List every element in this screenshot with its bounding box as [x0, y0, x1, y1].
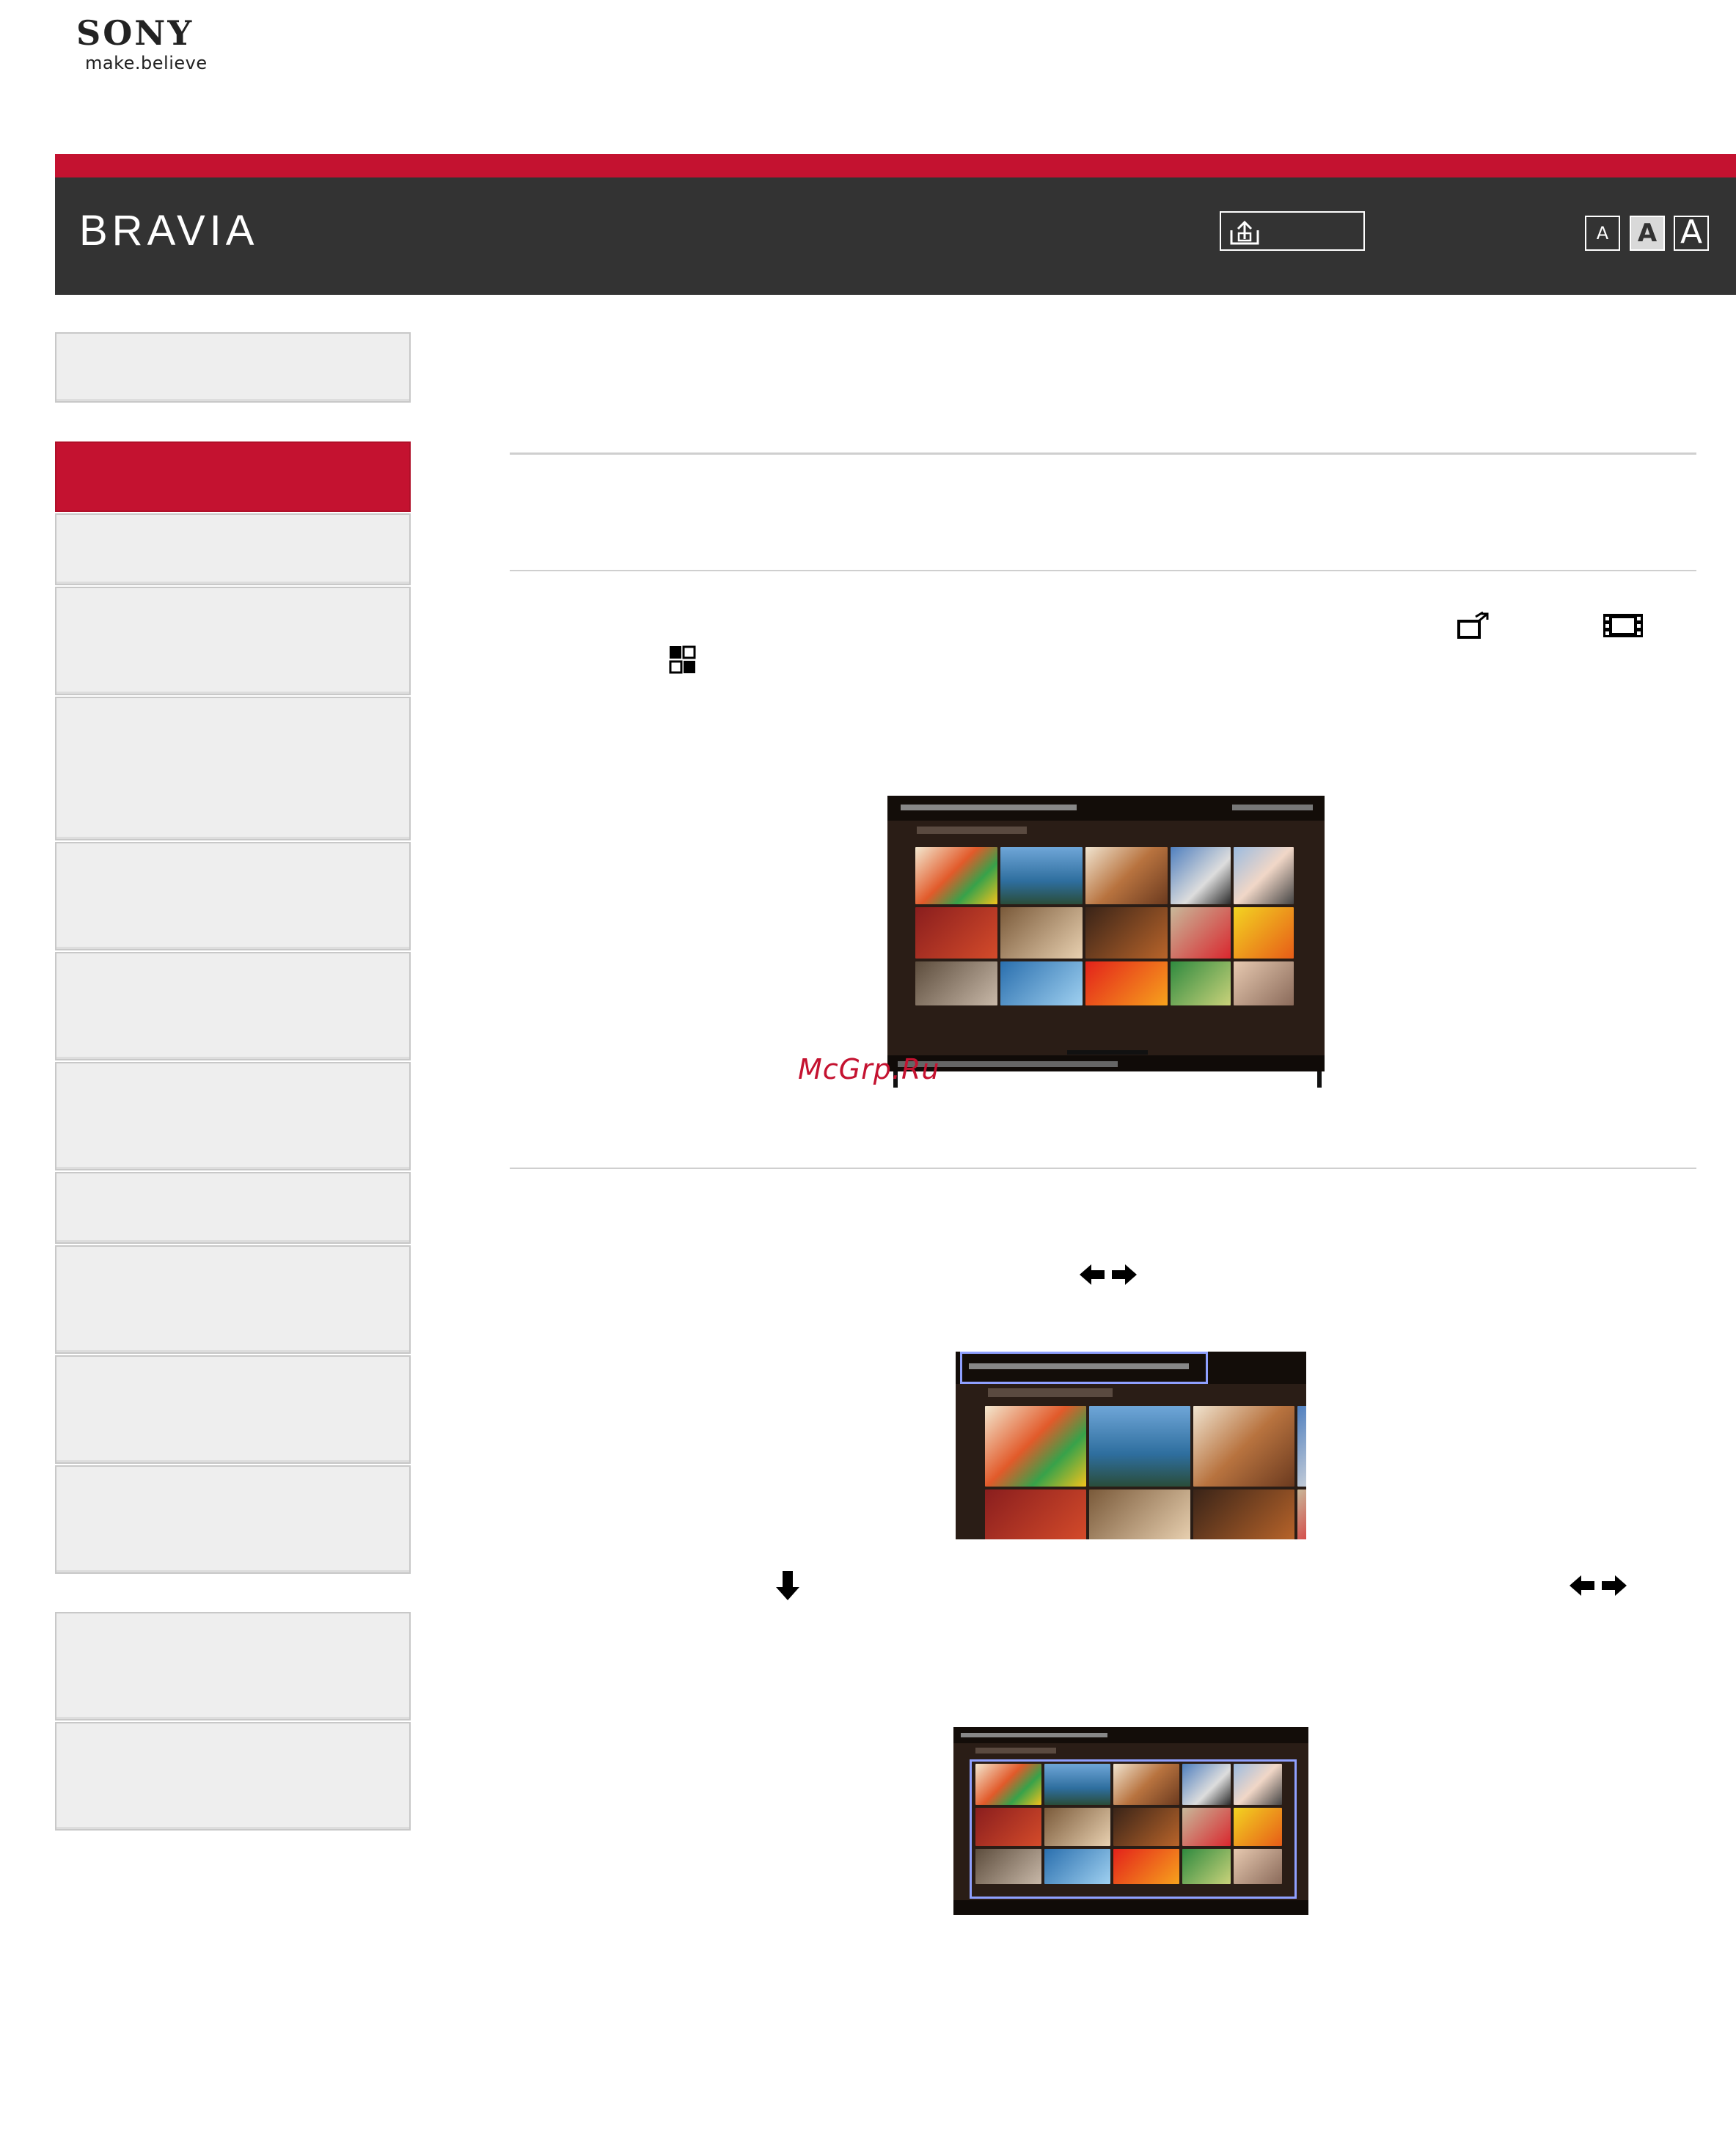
sidebar-item-bottom[interactable]	[55, 1722, 411, 1831]
print-icon	[1230, 220, 1259, 245]
sidebar-item[interactable]	[55, 697, 411, 840]
movies-icon	[1603, 614, 1643, 637]
print-button[interactable]	[1220, 211, 1365, 251]
logo-brand: SONY	[76, 13, 194, 53]
product-name: BRAVIA	[79, 207, 259, 254]
channel-icon	[1457, 611, 1489, 639]
header-bar: BRAVIA A A A	[55, 177, 1736, 295]
apps-icon	[669, 645, 696, 674]
category-bar-highlighted-screenshot	[956, 1352, 1306, 1539]
sidebar-item-active[interactable]	[55, 441, 411, 512]
font-size-medium-button[interactable]: A	[1630, 216, 1665, 251]
sidebar-item[interactable]	[55, 1245, 411, 1354]
highlight-frame	[960, 1352, 1208, 1384]
tv-home-menu-screenshot	[887, 796, 1325, 1071]
highlight-frame	[970, 1759, 1297, 1899]
tv-stand-base	[1067, 1050, 1148, 1055]
section-divider	[510, 1168, 1696, 1169]
sidebar-item[interactable]	[55, 513, 411, 585]
content-area-highlighted-screenshot	[953, 1727, 1308, 1915]
watermark: McGrp.Ru	[798, 1053, 940, 1085]
logo-tagline: make.believe	[85, 53, 208, 73]
sidebar-item-bottom[interactable]	[55, 1612, 411, 1721]
sidebar-item[interactable]	[55, 587, 411, 695]
sony-logo: SONY make.believe	[76, 16, 238, 82]
section-divider	[510, 570, 1696, 571]
font-size-small-button[interactable]: A	[1585, 216, 1620, 251]
sidebar-item-top[interactable]	[55, 332, 411, 403]
header-accent-strip	[55, 154, 1736, 177]
sidebar-item[interactable]	[55, 952, 411, 1060]
left-right-arrow-icon	[1080, 1264, 1137, 1285]
sidebar-item[interactable]	[55, 1355, 411, 1464]
section-divider	[510, 452, 1696, 455]
sidebar-item[interactable]	[55, 842, 411, 950]
sidebar-item[interactable]	[55, 1172, 411, 1244]
left-right-arrow-icon	[1570, 1575, 1627, 1596]
tv-stand-right	[1317, 1071, 1322, 1088]
font-size-large-button[interactable]: A	[1674, 216, 1709, 251]
sidebar-item[interactable]	[55, 1465, 411, 1574]
sidebar-item[interactable]	[55, 1062, 411, 1170]
down-arrow-icon	[776, 1571, 799, 1600]
